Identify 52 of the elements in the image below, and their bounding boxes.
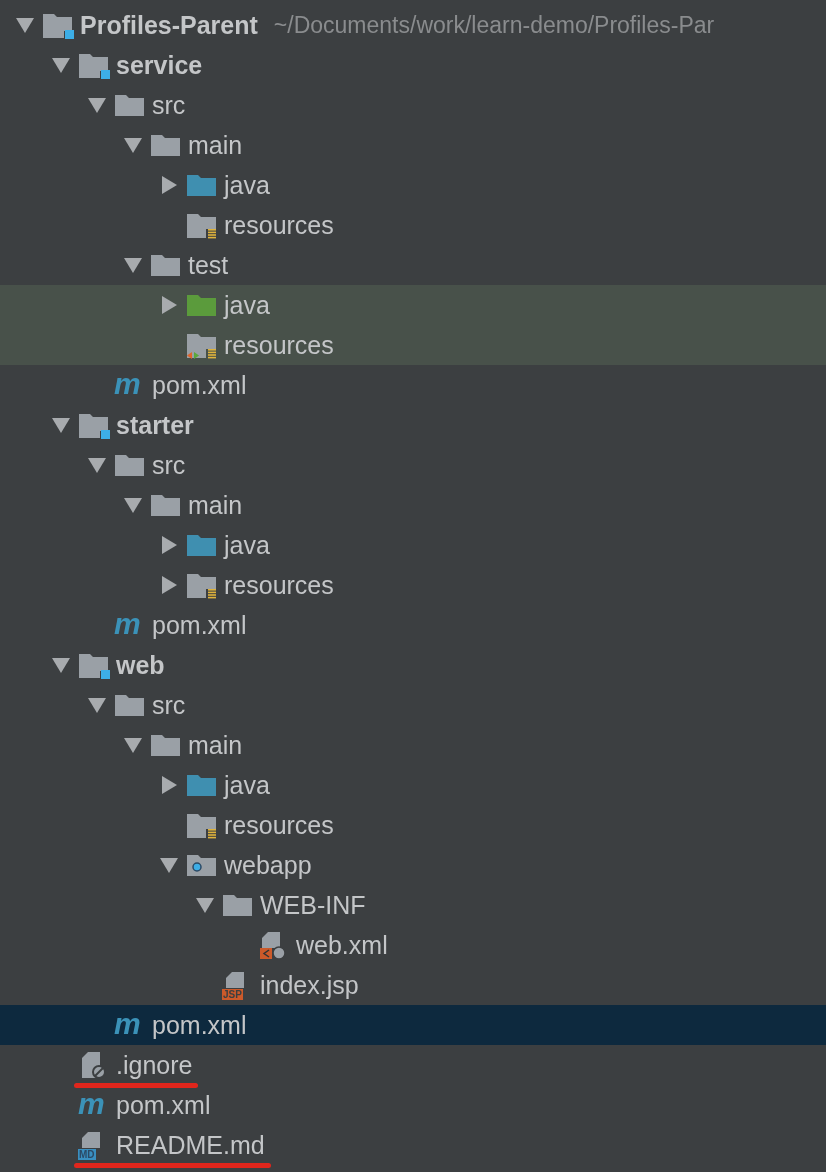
expanded-arrow-icon[interactable] [196, 896, 214, 914]
tree-item[interactable]: web.xml [0, 925, 826, 965]
expanded-arrow-icon[interactable] [52, 656, 70, 674]
tree-item[interactable]: resources [0, 805, 826, 845]
collapsed-arrow-icon[interactable] [160, 176, 178, 194]
tree-item[interactable]: JSP index.jsp [0, 965, 826, 1005]
tree-item[interactable]: m pom.xml [0, 365, 826, 405]
expanded-arrow-icon[interactable] [124, 496, 142, 514]
tree-item[interactable]: resources [0, 325, 826, 365]
tree-item[interactable]: m pom.xml [0, 1085, 826, 1125]
maven-icon: m [114, 1010, 146, 1040]
tree-item[interactable]: .ignore [0, 1045, 826, 1085]
expanded-arrow-icon[interactable] [16, 16, 34, 34]
collapsed-arrow-icon[interactable] [160, 576, 178, 594]
expanded-arrow-icon[interactable] [88, 96, 106, 114]
tree-item[interactable]: java [0, 765, 826, 805]
tree-item[interactable]: java [0, 285, 826, 325]
tree-item[interactable]: starter [0, 405, 826, 445]
project-path: ~/Documents/work/learn-demo/Profiles-Par [273, 11, 715, 40]
maven-icon: m [78, 1090, 110, 1120]
tree-item[interactable]: web [0, 645, 826, 685]
tree-item[interactable]: resources [0, 205, 826, 245]
tree-item[interactable]: java [0, 525, 826, 565]
tree-item[interactable]: m pom.xml [0, 1005, 826, 1045]
expanded-arrow-icon[interactable] [88, 696, 106, 714]
tree-item[interactable]: src [0, 685, 826, 725]
tree-item[interactable]: main [0, 485, 826, 525]
expanded-arrow-icon[interactable] [160, 856, 178, 874]
maven-icon: m [114, 610, 146, 640]
expanded-arrow-icon[interactable] [52, 56, 70, 74]
tree-item[interactable]: MD README.md [0, 1125, 826, 1165]
expanded-arrow-icon[interactable] [124, 256, 142, 274]
collapsed-arrow-icon[interactable] [160, 536, 178, 554]
expanded-arrow-icon[interactable] [88, 456, 106, 474]
expanded-arrow-icon[interactable] [124, 136, 142, 154]
tree-item[interactable]: java [0, 165, 826, 205]
tree-item[interactable]: m pom.xml [0, 605, 826, 645]
maven-icon: m [114, 370, 146, 400]
tree-item[interactable]: service [0, 45, 826, 85]
tree-item[interactable]: main [0, 725, 826, 765]
expanded-arrow-icon[interactable] [52, 416, 70, 434]
collapsed-arrow-icon[interactable] [160, 296, 178, 314]
tree-item[interactable]: src [0, 85, 826, 125]
tree-item[interactable]: test [0, 245, 826, 285]
expanded-arrow-icon[interactable] [124, 736, 142, 754]
tree-item[interactable]: resources [0, 565, 826, 605]
collapsed-arrow-icon[interactable] [160, 776, 178, 794]
tree-item[interactable]: webapp [0, 845, 826, 885]
tree-item[interactable]: main [0, 125, 826, 165]
tree-item[interactable]: src [0, 445, 826, 485]
tree-item[interactable]: Profiles-Parent ~/Documents/work/learn-demo/Profiles-Par [0, 5, 826, 45]
tree-item[interactable]: WEB-INF [0, 885, 826, 925]
